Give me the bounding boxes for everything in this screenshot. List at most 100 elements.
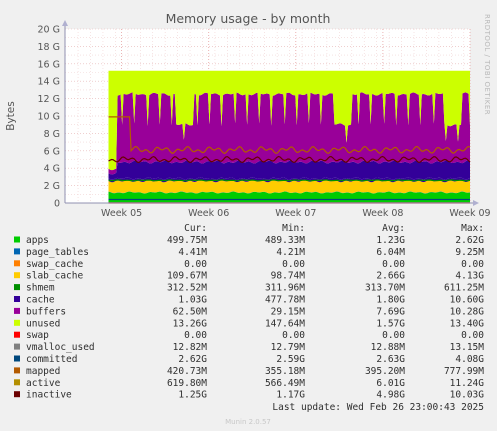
legend-swatch-page-tables [14, 248, 20, 255]
legend-value: 566.49M [265, 378, 305, 389]
legend-swatch-swap-cache [14, 260, 20, 267]
legend-value: 4.21M [276, 247, 305, 258]
legend-name: buffers [26, 306, 66, 317]
area-cache [108, 160, 470, 180]
legend-value: 98.74M [271, 271, 306, 282]
legend-value: 0.00 [461, 330, 484, 341]
legend-value: 6.01G [376, 378, 405, 389]
legend-value: 2.62G [178, 354, 207, 365]
legend-value: 0.00 [382, 330, 405, 341]
legend-swatch-shmem [14, 284, 20, 291]
y-tick-label: 14 G [38, 77, 60, 88]
legend-swatch-cache [14, 296, 20, 302]
legend-swatch-unused [14, 319, 20, 326]
legend-value: 2.66G [376, 271, 405, 282]
y-tick-label: 16 G [38, 59, 60, 70]
legend-value: 11.24G [450, 378, 485, 389]
chart-title: Memory usage - by month [166, 11, 331, 26]
legend-value: 311.96M [265, 283, 305, 294]
legend-value: 13.40G [450, 318, 485, 329]
legend-value: 12.82M [173, 342, 208, 353]
legend-value: 7.69G [376, 306, 405, 317]
legend-value: 147.64M [265, 318, 305, 329]
legend-value: 4.08G [455, 354, 484, 365]
legend-name: apps [26, 235, 49, 246]
y-tick-label: 8 G [44, 129, 60, 140]
y-tick-label: 0 [54, 199, 60, 210]
legend-value: 611.25M [444, 283, 484, 294]
legend-value: 312.52M [167, 283, 207, 294]
legend-swatch-active [14, 379, 20, 386]
legend-value: 1.57G [376, 318, 405, 329]
legend-value: 777.99M [444, 366, 484, 377]
legend-value: 10.60G [450, 295, 485, 306]
munin-version: Munin 2.0.57 [225, 418, 271, 426]
y-axis-label: Bytes [5, 101, 17, 130]
area-apps [108, 191, 470, 203]
legend-value: 619.80M [167, 378, 207, 389]
legend-value: 2.63G [376, 354, 405, 365]
legend-value: 1.80G [376, 295, 405, 306]
legend-value: 10.28G [450, 306, 485, 317]
legend-value: 12.88M [371, 342, 406, 353]
legend-swatch-mapped [14, 367, 20, 374]
x-axis-arrow [473, 200, 479, 206]
line-committed [108, 179, 471, 182]
legend-name: mapped [26, 366, 60, 377]
memory-usage-chart: Memory usage - by month Bytes RRDTOOL / … [5, 11, 491, 426]
legend-value: 13.15M [450, 342, 485, 353]
legend-header: Avg: [382, 223, 405, 234]
legend-value: 29.15M [271, 306, 306, 317]
legend-name: inactive [26, 390, 72, 401]
legend-value: 4.41M [178, 247, 207, 258]
legend-swatch-committed [14, 355, 20, 362]
y-tick-label: 6 G [44, 146, 60, 157]
legend-value: 13.26G [173, 318, 208, 329]
legend-value: 489.33M [265, 235, 305, 246]
legend-swatch-swap [14, 331, 20, 338]
legend-name: shmem [26, 283, 55, 294]
legend-value: 4.13G [455, 271, 484, 282]
legend-name: committed [26, 354, 77, 365]
legend-value: 0.00 [282, 330, 305, 341]
x-tick-label: Week 05 [101, 208, 142, 219]
legend-value: 1.25G [178, 390, 207, 401]
legend-value: 9.25M [455, 247, 484, 258]
y-tick-label: 20 G [38, 25, 60, 36]
x-tick-label: Week 07 [275, 208, 316, 219]
legend-swatch-inactive [14, 391, 20, 398]
legend-value: 0.00 [382, 259, 405, 270]
legend-name: slab_cache [26, 271, 83, 282]
y-tick-label: 2 G [44, 181, 60, 192]
legend-value: 395.20M [365, 366, 405, 377]
legend-swatch-apps [14, 236, 20, 243]
legend-value: 2.59G [276, 354, 305, 365]
legend-value: 4.98G [376, 390, 405, 401]
legend-swatch-buffers [14, 307, 20, 314]
legend-name: vmalloc_used [26, 342, 95, 353]
legend-value: 1.23G [376, 235, 405, 246]
y-axis-arrow [62, 20, 68, 26]
x-tick-label: Week 06 [188, 208, 229, 219]
legend-value: 0.00 [184, 330, 207, 341]
legend-name: swap_cache [26, 259, 83, 270]
legend-value: 1.17G [276, 390, 305, 401]
y-tick-label: 12 G [38, 94, 60, 105]
legend-value: 420.73M [167, 366, 207, 377]
legend-value: 313.70M [365, 283, 405, 294]
legend-swatch-vmalloc-used [14, 343, 20, 350]
legend-value: 109.67M [167, 271, 207, 282]
y-tick-label: 18 G [38, 42, 60, 53]
legend-swatch-slab-cache [14, 272, 20, 279]
legend-value: 355.18M [265, 366, 305, 377]
legend-header: Min: [282, 223, 305, 234]
legend-value: 6.04M [376, 247, 405, 258]
legend-value: 12.79M [271, 342, 306, 353]
legend-value: 1.03G [178, 295, 207, 306]
rrdtool-watermark: RRDTOOL / TOBI OETIKER [483, 14, 491, 115]
legend-value: 10.03G [450, 390, 485, 401]
legend-name: swap [26, 330, 49, 341]
legend-name: unused [26, 318, 60, 329]
legend-value: 477.78M [265, 295, 305, 306]
last-update: Last update: Wed Feb 26 23:00:43 2025 [272, 402, 484, 413]
